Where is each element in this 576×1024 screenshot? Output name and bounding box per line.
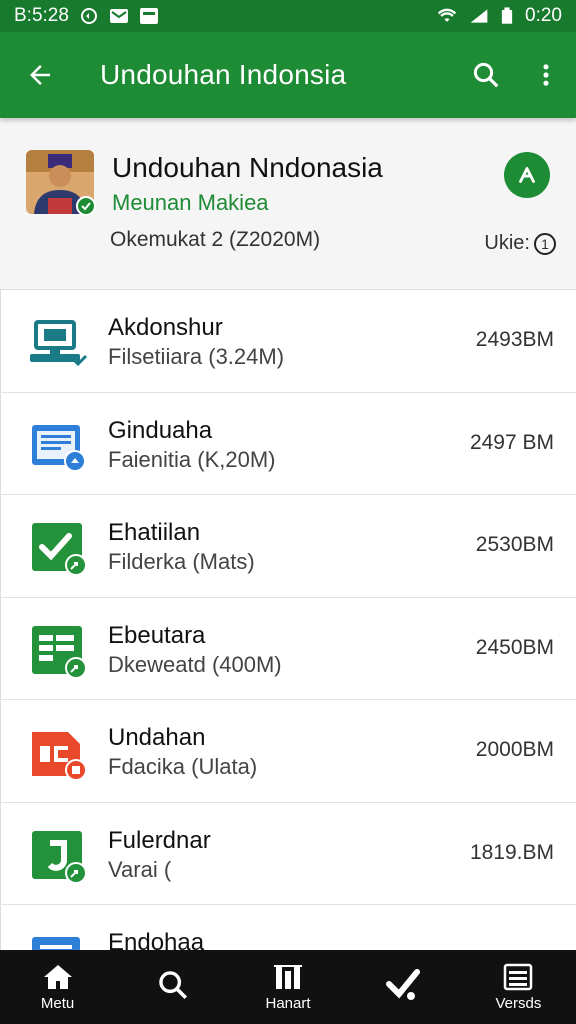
mail-icon <box>109 9 128 23</box>
share-icon <box>519 167 535 183</box>
back-button[interactable] <box>0 32 80 118</box>
item-size: 2530BM <box>475 533 554 556</box>
item-name: Endohaa <box>108 929 205 950</box>
verified-badge-icon <box>76 196 96 216</box>
nav-home[interactable]: Metu <box>0 950 115 1024</box>
wifi-icon <box>437 8 457 22</box>
letter-j-icon <box>32 830 87 883</box>
bars-icon <box>274 964 302 989</box>
notification-icon <box>80 8 97 24</box>
search-icon <box>473 62 499 88</box>
more-vert-icon <box>543 64 549 86</box>
item-name: Undahan <box>108 724 206 751</box>
document-icon <box>32 424 86 472</box>
home-icon <box>43 964 72 989</box>
info-icon[interactable]: 1 <box>534 232 556 255</box>
nav-stats[interactable]: Hanart <box>230 950 345 1024</box>
header-status: Ukie: 1 <box>484 232 556 255</box>
list-item[interactable]: Ginduaha Faienitia (K,20M) 2497 BM <box>0 393 576 495</box>
header-action-button[interactable] <box>504 152 550 198</box>
checkmark-doc-icon <box>32 523 87 575</box>
item-detail: Fdacika (Ulata) <box>108 754 258 779</box>
status-bar: B:5:28 0:20 <box>0 0 576 32</box>
item-name: Ehatiilan <box>108 519 201 546</box>
search-icon <box>159 971 187 1000</box>
nav-search[interactable] <box>115 950 230 1024</box>
more-options-button[interactable] <box>516 32 576 118</box>
nav-check[interactable] <box>346 950 461 1024</box>
header-title: Undouhan Nndonasia <box>112 152 383 183</box>
item-name: Ebeutara <box>108 621 206 649</box>
spreadsheet-icon <box>32 625 87 678</box>
header-meta: Okemukat 2 (Z2020M) <box>110 228 321 251</box>
item-name: Fulerdnar <box>108 826 211 854</box>
blue-doc-icon <box>32 937 80 950</box>
item-size: 1819.BM <box>469 840 554 864</box>
slides-icon <box>32 732 87 780</box>
item-detail: Filsetiiara (3.24M) <box>108 344 285 369</box>
item-size: 2000BM <box>475 738 554 761</box>
nav-versions[interactable]: Versds <box>461 950 576 1024</box>
nav-label: Hanart <box>265 994 311 1012</box>
battery-icon <box>501 7 513 24</box>
nav-label: Versds <box>495 994 542 1012</box>
list-item[interactable]: Endohaa <box>0 905 576 950</box>
item-detail: Dkeweatd (400M) <box>108 651 282 677</box>
list-item[interactable]: Ehatiilan Filderka (Mats) 2530BM <box>0 495 576 598</box>
signal-icon <box>470 9 488 23</box>
list-item[interactable]: Akdonshur Filsetiiara (3.24M) 2493BM <box>0 290 576 393</box>
header-status-label: Ukie: <box>484 232 530 254</box>
back-arrow-icon <box>30 65 50 85</box>
item-name: Akdonshur <box>108 314 223 341</box>
item-name: Ginduaha <box>108 416 213 444</box>
status-time-left: B:5:28 <box>14 5 69 26</box>
download-list: Akdonshur Filsetiiara (3.24M) 2493BM Gin… <box>0 290 576 950</box>
status-time-right: 0:20 <box>525 5 562 26</box>
checkmark-icon <box>386 969 421 1000</box>
bottom-navigation: Metu Hanart Versds <box>0 950 576 1024</box>
item-detail: Varai ( <box>108 856 172 882</box>
list-icon <box>504 963 533 990</box>
message-icon <box>139 8 158 24</box>
item-size: 2497 BM <box>469 430 554 454</box>
list-item[interactable]: Ebeutara Dkeweatd (400M) 2450BM <box>0 598 576 700</box>
nav-label: Metu <box>40 994 75 1012</box>
download-header: Undouhan Nndonasia Meunan Makiea Okemuka… <box>0 118 576 290</box>
app-bar: Undouhan Indonsia <box>0 32 576 118</box>
list-item[interactable]: Fulerdnar Varai ( 1819.BM <box>0 803 576 905</box>
computer-icon <box>30 320 88 367</box>
search-button[interactable] <box>456 32 516 118</box>
item-size: 2493BM <box>475 328 554 351</box>
list-item[interactable]: Undahan Fdacika (Ulata) 2000BM <box>0 700 576 803</box>
app-title: Undouhan Indonsia <box>100 59 347 90</box>
header-subtitle[interactable]: Meunan Makiea <box>112 190 269 216</box>
item-size: 2450BM <box>475 635 554 659</box>
item-detail: Filderka (Mats) <box>108 549 255 574</box>
item-detail: Faienitia (K,20M) <box>108 446 276 472</box>
